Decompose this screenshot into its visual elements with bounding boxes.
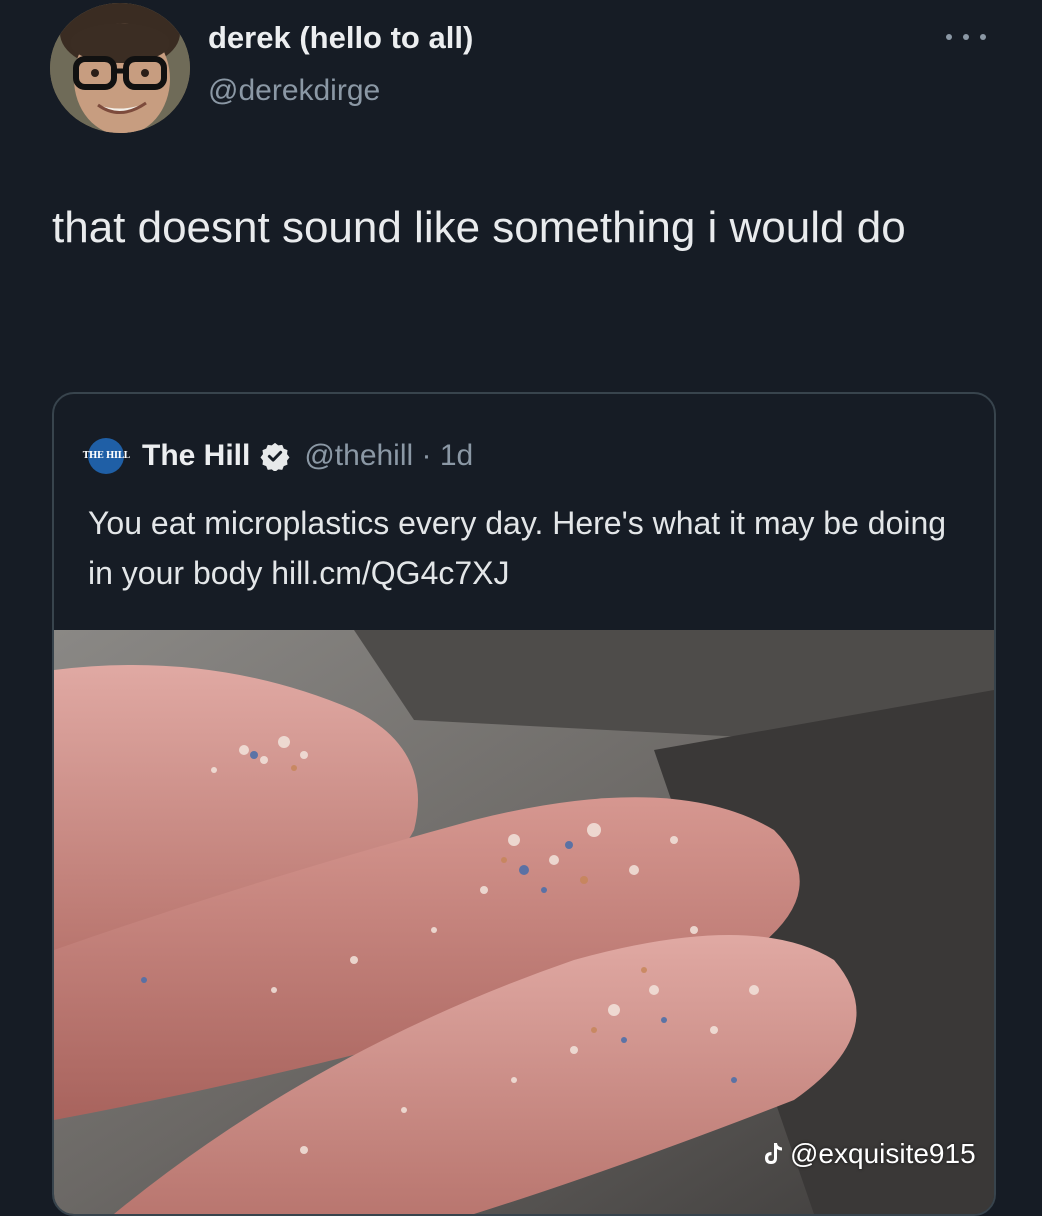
tweet-text: that doesnt sound like something i would… <box>52 203 906 252</box>
tiktok-watermark: @exquisite915 <box>762 1138 976 1170</box>
tiktok-icon <box>765 1143 782 1164</box>
the-hill-logo: THE HILL <box>83 438 130 474</box>
verified-badge-icon <box>260 442 290 471</box>
author-display-name[interactable]: derek (hello to all) <box>208 20 473 56</box>
quoted-handle-and-time[interactable]: @thehill · 1d <box>304 439 473 473</box>
quoted-author-name[interactable]: The Hill <box>142 439 250 473</box>
author-handle[interactable]: @derekdirge <box>208 74 380 108</box>
dot <box>946 34 952 40</box>
quoted-tweet-text: You eat microplastics every day. Here's … <box>88 505 947 591</box>
quoted-tweet-header: THE HILL The Hill @thehill · 1d <box>83 434 473 478</box>
avatar-photo <box>50 3 190 133</box>
dot <box>980 34 986 40</box>
ellipsis-icon[interactable] <box>946 30 986 44</box>
microplastics-hand-photo <box>54 630 994 1214</box>
watermark-text: @exquisite915 <box>790 1138 976 1169</box>
author-avatar[interactable] <box>50 3 190 133</box>
dot <box>963 34 969 40</box>
tweet-card: derek (hello to all) @derekdirge that do… <box>0 0 1042 1216</box>
quoted-tweet[interactable]: THE HILL The Hill @thehill · 1d You eat … <box>52 392 996 1216</box>
quoted-tweet-image[interactable] <box>54 630 994 1214</box>
